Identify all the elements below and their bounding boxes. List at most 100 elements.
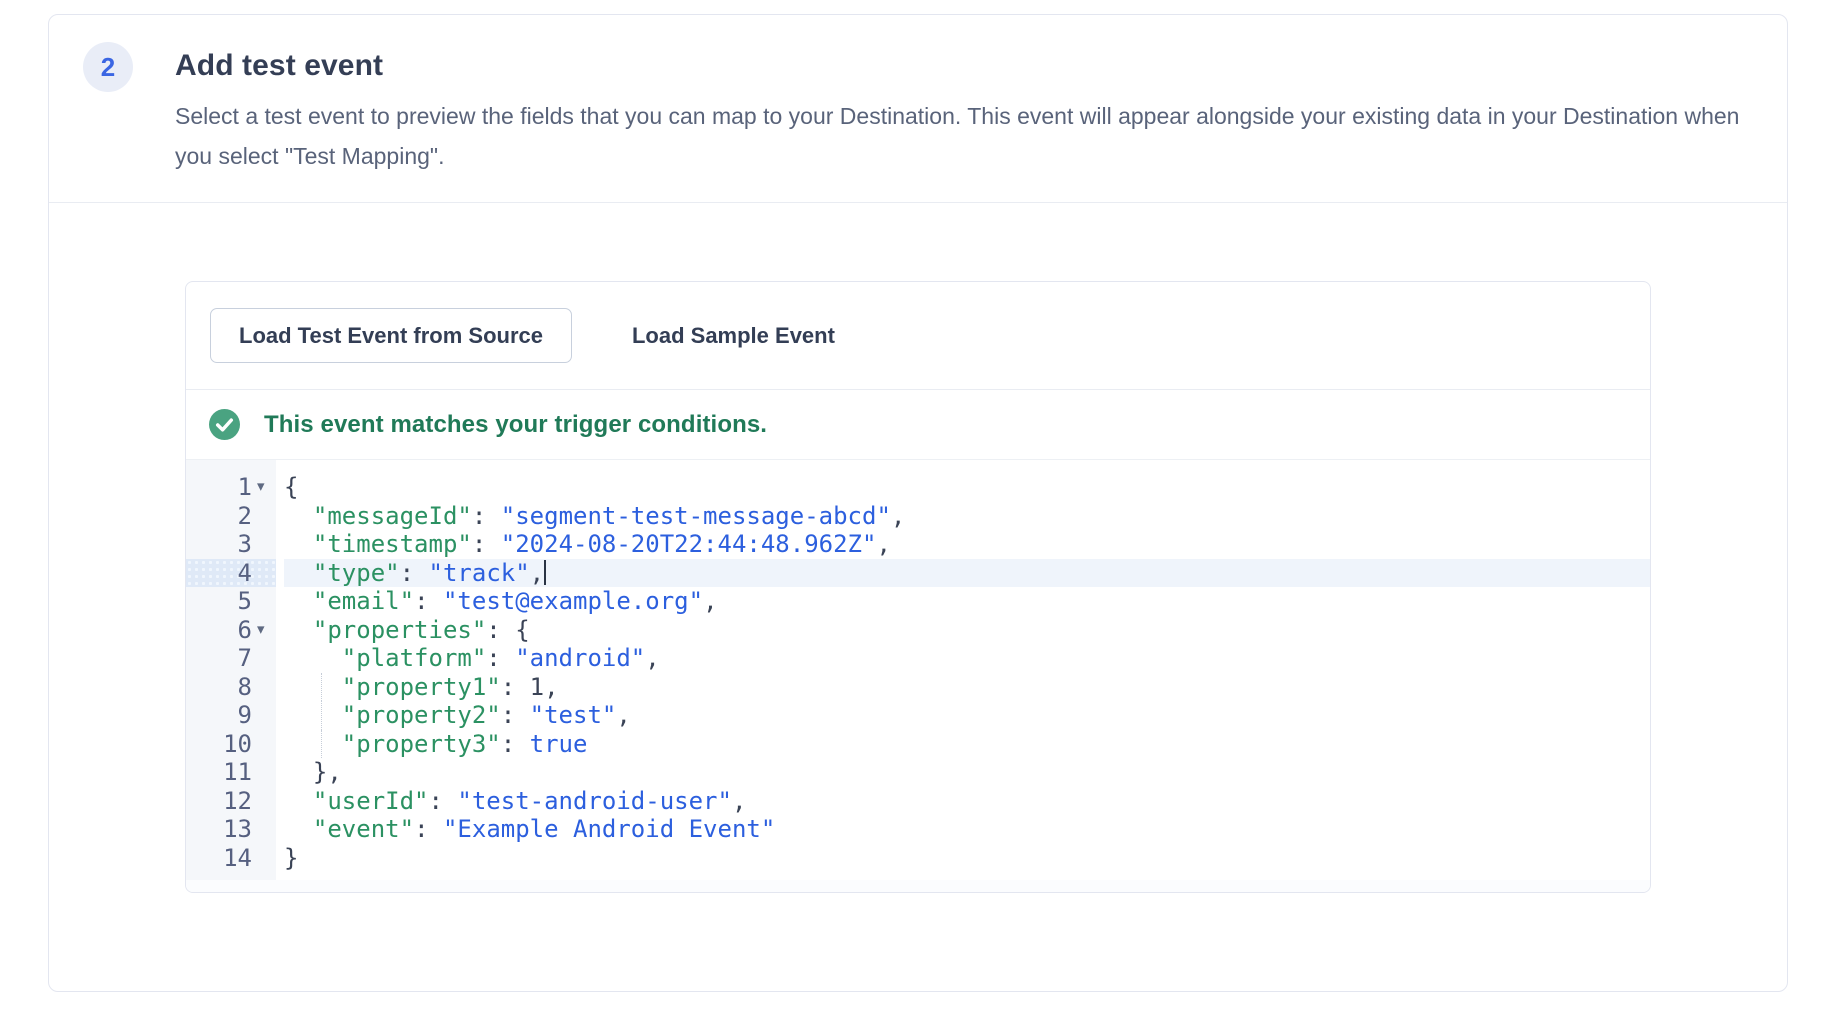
fold-spacer <box>252 758 276 787</box>
gutter-line: 3 <box>186 530 276 559</box>
fold-spacer <box>252 673 276 702</box>
json-token-key: "platform" <box>342 644 487 672</box>
line-number: 11 <box>223 758 252 787</box>
gutter-line: 7 <box>186 644 276 673</box>
code-line[interactable]: "messageId": "segment-test-message-abcd"… <box>284 502 1650 531</box>
gutter-line: 4 <box>186 559 276 588</box>
json-token-punc: : <box>472 530 501 558</box>
line-number: 12 <box>223 787 252 816</box>
gutter-line: 5 <box>186 587 276 616</box>
json-token-ws <box>284 587 313 615</box>
json-token-ws <box>284 730 342 758</box>
gutter-line: 10 <box>186 730 276 759</box>
json-token-key: "property1" <box>342 673 501 701</box>
fold-spacer <box>252 730 276 759</box>
gutter-line: 14 <box>186 844 276 873</box>
json-token-key: "userId" <box>313 787 429 815</box>
gutter-line: 8 <box>186 673 276 702</box>
json-token-bool: true <box>530 730 588 758</box>
gutter-line: 2 <box>186 502 276 531</box>
test-event-panel: Load Test Event from Source Load Sample … <box>185 281 1651 893</box>
line-number: 8 <box>238 673 252 702</box>
code-line[interactable]: "userId": "test-android-user", <box>284 787 1650 816</box>
json-token-ws <box>284 673 342 701</box>
fold-spacer <box>252 502 276 531</box>
fold-spacer <box>252 701 276 730</box>
gutter-line: 9 <box>186 701 276 730</box>
json-code-editor[interactable]: 1▾23456▾7891011121314 { "messageId": "se… <box>186 460 1650 880</box>
code-line[interactable]: { <box>284 473 1650 502</box>
line-number: 7 <box>238 644 252 673</box>
code-line[interactable]: "email": "test@example.org", <box>284 587 1650 616</box>
gutter-line: 11 <box>186 758 276 787</box>
line-number: 10 <box>223 730 252 759</box>
line-number: 6 <box>238 616 252 645</box>
json-token-str: "2024-08-20T22:44:48.962Z" <box>501 530 877 558</box>
status-message: This event matches your trigger conditio… <box>264 411 767 439</box>
fold-arrow-icon[interactable]: ▾ <box>252 616 276 645</box>
json-token-str: "Example Android Event" <box>443 815 775 843</box>
json-token-punc: }, <box>313 758 342 786</box>
json-token-key: "timestamp" <box>313 530 472 558</box>
json-token-punc: : <box>429 787 458 815</box>
json-token-ws <box>284 787 313 815</box>
json-token-punc: { <box>515 616 529 644</box>
button-row: Load Test Event from Source Load Sample … <box>186 282 1650 390</box>
editor-bottom-strip <box>186 880 1650 892</box>
step-text: Add test event Select a test event to pr… <box>175 42 1747 202</box>
fold-spacer <box>252 530 276 559</box>
text-cursor <box>544 560 546 585</box>
code-line[interactable]: "event": "Example Android Event" <box>284 815 1650 844</box>
json-token-ws <box>284 758 313 786</box>
fold-spacer <box>252 559 276 588</box>
gutter-line: 1▾ <box>186 473 276 502</box>
json-token-key: "messageId" <box>313 502 472 530</box>
json-token-str: "android" <box>515 644 645 672</box>
code-line[interactable]: "properties": { <box>284 616 1650 645</box>
json-token-punc: : <box>400 559 429 587</box>
json-token-punc: , <box>703 587 717 615</box>
fold-spacer <box>252 844 276 873</box>
fold-spacer <box>252 587 276 616</box>
code-line[interactable]: "timestamp": "2024-08-20T22:44:48.962Z", <box>284 530 1650 559</box>
json-token-punc: , <box>732 787 746 815</box>
code-line[interactable]: }, <box>284 758 1650 787</box>
code-line[interactable]: "property1": 1, <box>284 673 1650 702</box>
code-line[interactable]: "property3": true <box>284 730 1650 759</box>
json-token-punc: , <box>891 502 905 530</box>
json-token-str: "track" <box>429 559 530 587</box>
indent-guide <box>321 730 322 759</box>
line-number: 14 <box>223 844 252 873</box>
json-token-ws <box>284 815 313 843</box>
code-line[interactable]: "type": "track", <box>284 559 1650 588</box>
trigger-match-status: This event matches your trigger conditio… <box>186 390 1650 460</box>
editor-code[interactable]: { "messageId": "segment-test-message-abc… <box>276 460 1650 880</box>
line-number: 4 <box>238 559 252 588</box>
line-number: 9 <box>238 701 252 730</box>
page-title: Add test event <box>175 46 1747 86</box>
indent-guide <box>321 673 322 702</box>
json-token-punc: , <box>876 530 890 558</box>
add-test-event-card: 2 Add test event Select a test event to … <box>48 14 1788 992</box>
json-token-str: "segment-test-message-abcd" <box>501 502 891 530</box>
code-line[interactable]: } <box>284 844 1650 873</box>
fold-spacer <box>252 815 276 844</box>
code-line[interactable]: "platform": "android", <box>284 644 1650 673</box>
editor-gutter: 1▾23456▾7891011121314 <box>186 460 276 880</box>
gutter-line: 6▾ <box>186 616 276 645</box>
json-token-ws <box>284 616 313 644</box>
json-token-punc: , <box>544 673 558 701</box>
json-token-key: "property2" <box>342 701 501 729</box>
load-test-event-button[interactable]: Load Test Event from Source <box>210 308 572 363</box>
check-circle-icon <box>209 409 240 440</box>
json-token-punc: : <box>486 616 515 644</box>
fold-arrow-icon[interactable]: ▾ <box>252 473 276 502</box>
json-token-punc: : <box>414 815 443 843</box>
code-line[interactable]: "property2": "test", <box>284 701 1650 730</box>
load-sample-event-button[interactable]: Load Sample Event <box>632 323 835 349</box>
json-token-punc: : <box>501 701 530 729</box>
json-token-ws <box>284 644 342 672</box>
json-token-key: "properties" <box>313 616 486 644</box>
json-token-punc: { <box>284 473 298 501</box>
json-token-ws <box>284 701 342 729</box>
